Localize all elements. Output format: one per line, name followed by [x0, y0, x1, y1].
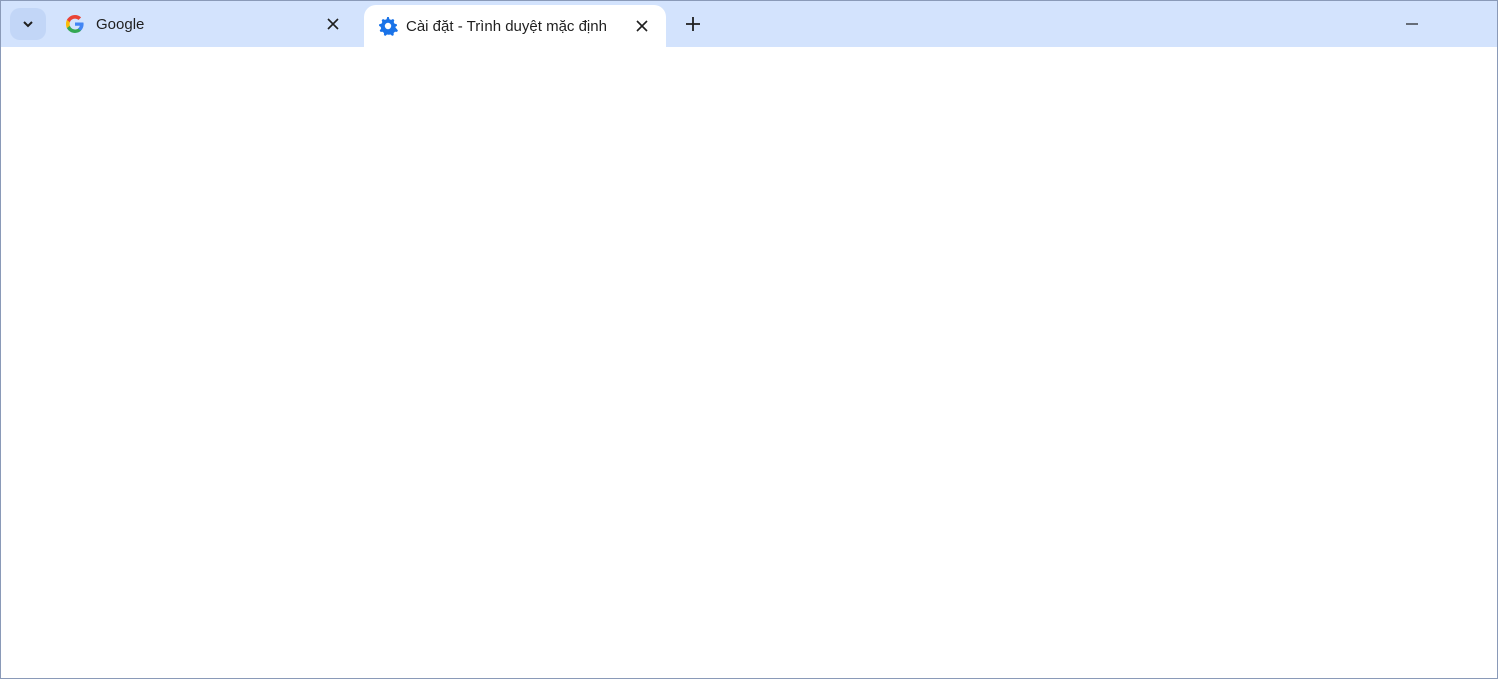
minimize-button[interactable] — [1383, 1, 1441, 47]
plus-icon — [685, 16, 701, 32]
tab-google[interactable]: Google — [51, 1, 363, 47]
close-icon[interactable] — [632, 16, 652, 36]
browser-window: Google Cài đặt - Trình duyệt mặc định — [0, 0, 1498, 679]
minimize-icon — [1405, 17, 1419, 31]
tab-title: Cài đặt - Trình duyệt mặc định — [406, 18, 607, 35]
gear-icon — [378, 16, 398, 36]
close-icon[interactable] — [323, 14, 343, 34]
tab-strip: Google Cài đặt - Trình duyệt mặc định — [1, 1, 1498, 47]
new-tab-button[interactable] — [679, 10, 707, 38]
google-g-icon — [65, 14, 85, 34]
tab-title: Google — [96, 16, 144, 33]
tab-search-button[interactable] — [10, 8, 46, 40]
chevron-down-icon — [21, 17, 35, 31]
tab-settings[interactable]: Cài đặt - Trình duyệt mặc định — [364, 5, 666, 47]
